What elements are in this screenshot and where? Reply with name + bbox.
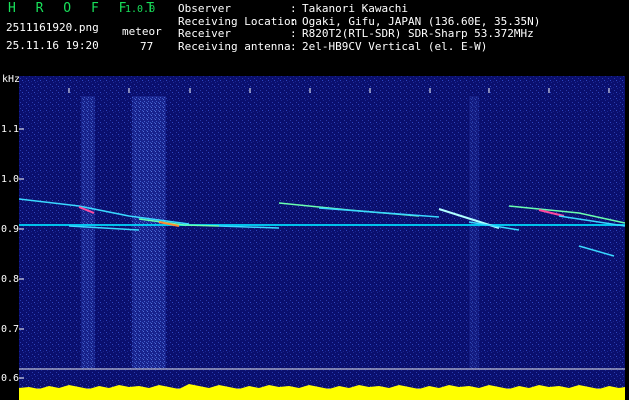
noise-band xyxy=(81,96,95,368)
info-value: R820T2(RTL-SDR) SDR-Sharp 53.372MHz xyxy=(302,27,534,40)
timestamp: 25.11.16 19:20 xyxy=(6,39,99,52)
info-key: Receiving antenna xyxy=(178,39,291,53)
info-separator: : xyxy=(290,27,297,40)
app-version: 1.0.0 xyxy=(125,4,156,15)
y-tick-label: 0.9 xyxy=(1,224,20,235)
info-key: Receiver xyxy=(178,27,231,40)
spectrogram-background xyxy=(19,76,625,400)
y-tick-label: 1.1 xyxy=(1,124,20,135)
info-row-observer: Observer : Takanori Kawachi xyxy=(178,2,540,16)
spectrogram xyxy=(19,76,625,400)
noise-band xyxy=(132,96,166,368)
info-key: Observer xyxy=(178,2,231,15)
station-info: Observer : Takanori Kawachi Receiving Lo… xyxy=(178,2,540,54)
file-name: 2511161920.png xyxy=(6,21,99,34)
y-tick-label: 0.7 xyxy=(1,324,20,335)
info-value: 2el-HB9CV Vertical (el. E-W) xyxy=(302,39,488,53)
info-row-antenna: Receiving antenna : 2el-HB9CV Vertical (… xyxy=(178,39,540,54)
y-tick-label: 0.8 xyxy=(1,274,20,285)
y-tick-label: 0.6 xyxy=(1,373,20,384)
meteor-label: meteor xyxy=(122,25,162,38)
noise-band xyxy=(469,96,479,368)
info-separator: : xyxy=(290,39,297,53)
info-separator: : xyxy=(290,2,297,15)
meteor-count: 77 xyxy=(140,40,154,53)
y-axis-unit: kHz xyxy=(2,74,21,85)
info-value: Takanori Kawachi xyxy=(302,2,408,15)
info-row-receiver: Receiver : R820T2(RTL-SDR) SDR-Sharp 53.… xyxy=(178,27,540,41)
y-tick-label: 1.0 xyxy=(1,174,20,185)
